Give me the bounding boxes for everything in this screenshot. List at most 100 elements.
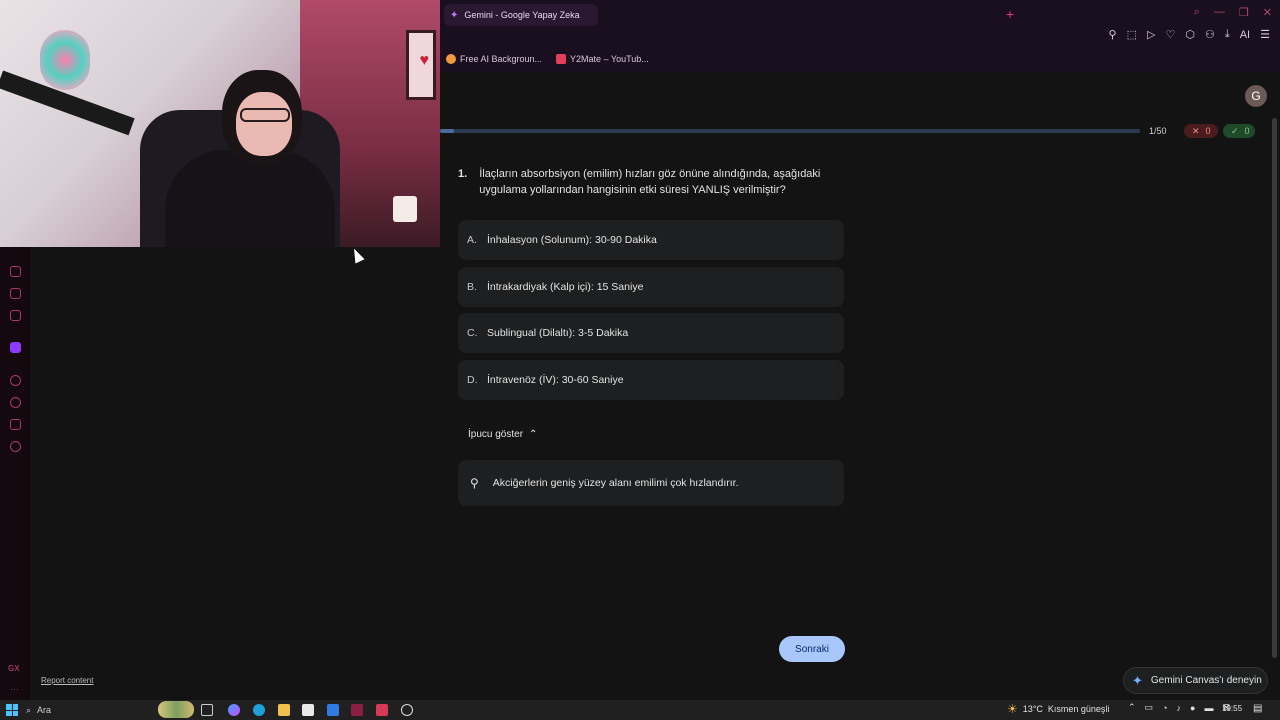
play-icon[interactable]: ▷ xyxy=(1147,28,1155,41)
microphone xyxy=(40,30,90,90)
streamer-face xyxy=(236,92,292,156)
twitch-icon[interactable] xyxy=(10,342,21,353)
streamer-body xyxy=(165,150,335,247)
gemini-spark-icon: ✦ xyxy=(450,9,459,21)
hint-box: ⚲ Akciğerlerin geniş yüzey alanı emilimi… xyxy=(458,460,844,506)
bookmark-y2mate[interactable]: Y2Mate – YouTub... xyxy=(556,54,649,64)
search-icon[interactable]: ⌕ xyxy=(1194,6,1200,19)
browser-toolbar: ⚲ ⬚ ▷ ♡ ⬡ ⚇ ⤓ AI ☰ xyxy=(440,28,1280,46)
notification-icon[interactable]: ▤ xyxy=(1253,703,1262,714)
copilot-icon[interactable] xyxy=(228,704,240,716)
search-highlight-image xyxy=(158,701,194,718)
pin-icon[interactable]: ⚲ xyxy=(1109,28,1117,41)
windows-start-icon[interactable] xyxy=(6,704,18,716)
report-content-link[interactable]: Report content xyxy=(41,676,93,685)
search-icon: ⌕ xyxy=(26,704,32,715)
player-icon[interactable] xyxy=(10,375,21,386)
close-icon[interactable]: ✕ xyxy=(1263,6,1272,19)
option-letter: D. xyxy=(467,374,478,386)
mug xyxy=(393,196,417,222)
option-d[interactable]: D. İntravenöz (İV): 30-60 Saniye xyxy=(458,360,844,400)
window-controls: ⌕ — ❐ ✕ xyxy=(1194,6,1272,19)
option-a[interactable]: A. İnhalasyon (Solunum): 30-90 Dakika xyxy=(458,220,844,260)
heart-icon[interactable]: ♡ xyxy=(1165,28,1175,41)
hint-toggle[interactable]: İpucu göster ⌃ xyxy=(468,429,537,440)
tab-gemini[interactable]: ✦ Gemini - Google Yapay Zeka xyxy=(444,4,598,26)
store-icon[interactable] xyxy=(302,704,314,716)
webcam-overlay: ♥ xyxy=(0,0,440,247)
question-text: İlaçların absorbsiyon (emilim) hızları g… xyxy=(479,168,821,196)
heart-decoration-icon: ♥ xyxy=(419,52,430,69)
screenshot-icon[interactable]: ⬚ xyxy=(1127,28,1137,41)
weather-desc: Kısmen güneşli xyxy=(1047,704,1110,714)
opera-gx-icon[interactable] xyxy=(351,704,363,716)
page-scrollbar[interactable] xyxy=(1272,118,1277,658)
history-icon[interactable] xyxy=(10,397,21,408)
hint-toggle-label: İpucu göster xyxy=(468,429,524,440)
new-tab-button[interactable]: + xyxy=(1006,6,1014,22)
menu-icon[interactable]: ☰ xyxy=(1260,28,1270,41)
display-icon[interactable]: ▭ xyxy=(1145,702,1154,713)
bookmarks-bar: Free AI Backgroun... Y2Mate – YouTub... xyxy=(440,46,1280,72)
option-letter: B. xyxy=(467,281,477,293)
correct-count-badge: ✓ 0 xyxy=(1223,124,1255,138)
sidebar-gx-logo: GX xyxy=(8,664,20,673)
task-view-icon[interactable] xyxy=(201,704,213,716)
download-icon[interactable]: ⤓ xyxy=(1225,28,1230,41)
battery-icon[interactable]: ▬ xyxy=(1204,703,1213,713)
lightbulb-icon: ⚲ xyxy=(470,476,479,490)
try-canvas-label: Gemini Canvas'ı deneyin xyxy=(1150,675,1262,686)
weather-temp: 13°C xyxy=(1022,704,1043,714)
progress-fill xyxy=(440,129,454,133)
edge-icon[interactable] xyxy=(253,704,265,716)
search-label: Ara xyxy=(37,705,52,715)
instagram-icon[interactable] xyxy=(10,288,21,299)
question: 1. İlaçların absorbsiyon (emilim) hızlar… xyxy=(458,166,848,198)
app-red-icon[interactable] xyxy=(376,704,388,716)
check-icon: ✓ xyxy=(1231,125,1239,136)
bookmark-label: Free AI Backgroun... xyxy=(460,54,543,64)
sun-cloud-icon: ☀ xyxy=(1007,702,1018,716)
option-text: İntravenöz (İV): 30-60 Saniye xyxy=(487,374,624,386)
messenger-icon[interactable] xyxy=(10,266,21,277)
bookmark-free-ai[interactable]: Free AI Backgroun... xyxy=(446,54,542,64)
app-icon[interactable] xyxy=(327,704,339,716)
tab-title: Gemini - Google Yapay Zeka xyxy=(464,10,580,20)
weather-widget[interactable]: ☀ 13°C Kısmen güneşli xyxy=(1007,702,1109,716)
ai-button[interactable]: AI xyxy=(1240,29,1250,41)
extensions-sidebar-icon[interactable] xyxy=(10,419,21,430)
bookmark-favicon-icon xyxy=(446,54,456,64)
question-number: 1. xyxy=(458,168,468,180)
tab-bar: ✦ Gemini - Google Yapay Zeka + ⌕ — ❐ ✕ xyxy=(440,0,1280,30)
avatar[interactable]: G xyxy=(1245,85,1267,107)
profile-icon[interactable]: ⚇ xyxy=(1205,28,1215,41)
network-icon[interactable]: ◔ xyxy=(1162,703,1167,713)
app-circle-icon[interactable] xyxy=(401,704,413,716)
mic-icon[interactable]: ● xyxy=(1190,703,1195,713)
gemini-spark-icon: ✦ xyxy=(1132,672,1143,688)
try-canvas-button[interactable]: ✦ Gemini Canvas'ı deneyin xyxy=(1123,667,1268,694)
more-icon[interactable]: ··· xyxy=(10,684,19,694)
settings-icon[interactable] xyxy=(10,441,21,452)
chevron-up-icon[interactable]: ⌃ xyxy=(1128,702,1136,713)
cross-icon: ✕ xyxy=(1192,125,1200,136)
file-explorer-icon[interactable] xyxy=(278,704,290,716)
streamer-glasses xyxy=(240,108,290,122)
option-letter: A. xyxy=(467,234,477,246)
correct-count: 0 xyxy=(1244,126,1250,136)
volume-icon[interactable]: ♪ xyxy=(1177,703,1182,713)
clock[interactable]: 19:55 xyxy=(1222,704,1242,713)
minimize-icon[interactable]: — xyxy=(1214,6,1225,19)
wrong-count-badge: ✕ 0 xyxy=(1184,124,1218,138)
gmail-icon[interactable] xyxy=(10,310,21,321)
option-b[interactable]: B. İntrakardiyak (Kalp içi): 15 Saniye xyxy=(458,267,844,307)
hint-text: Akciğerlerin geniş yüzey alanı emilimi ç… xyxy=(492,477,739,489)
extensions-icon[interactable]: ⬡ xyxy=(1185,28,1195,41)
progress-counter: 1/50 xyxy=(1149,126,1167,136)
bookmark-favicon-icon xyxy=(556,54,567,64)
maximize-icon[interactable]: ❐ xyxy=(1239,6,1249,19)
option-c[interactable]: C. Sublingual (Dilaltı): 3-5 Dakika xyxy=(458,313,844,353)
next-button[interactable]: Sonraki xyxy=(779,636,845,662)
option-text: Sublingual (Dilaltı): 3-5 Dakika xyxy=(487,327,629,339)
chevron-up-icon: ⌃ xyxy=(529,429,538,440)
